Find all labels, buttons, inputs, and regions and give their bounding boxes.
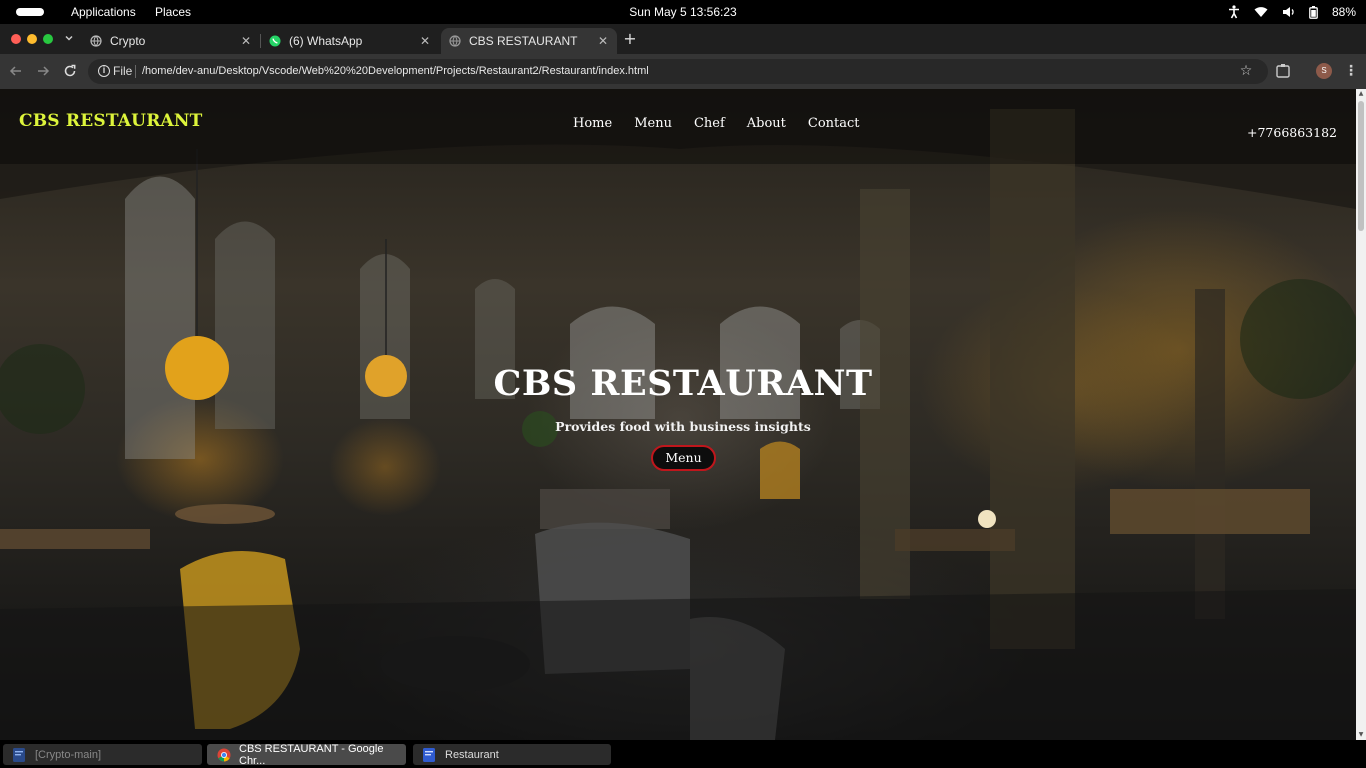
profile-avatar[interactable]: S [1316,63,1332,79]
vscode-window-icon [423,747,435,762]
accessibility-icon[interactable] [1228,5,1240,19]
back-arrow-icon[interactable] [8,63,24,79]
nav-contact-link[interactable]: Contact [808,116,860,131]
wifi-icon[interactable] [1254,6,1268,18]
window-minimize-button[interactable] [27,34,37,44]
activities-button[interactable] [16,8,44,16]
system-tray[interactable]: 88% [1228,0,1356,24]
phone-number: +7766863182 [1246,125,1337,140]
taskbar-item-crypto-main[interactable]: [Crypto-main] [3,744,202,765]
tab-close-icon[interactable]: ✕ [419,34,431,48]
taskbar-item-label: [Crypto-main] [35,748,102,761]
site-header: CBS RESTAURANT Home Menu Chef About Cont… [0,89,1356,164]
hero-title: CBS RESTAURANT [493,363,873,404]
forward-arrow-icon[interactable] [35,63,51,79]
tab-title: CBS RESTAURANT [469,34,578,48]
globe-icon [449,35,461,47]
url-text[interactable]: /home/dev-anu/Desktop/Vscode/Web%20%20De… [142,59,649,84]
web-page: CBS RESTAURANT Home Menu Chef About Cont… [0,89,1356,740]
tab-close-icon[interactable]: ✕ [240,34,252,48]
clock[interactable]: Sun May 5 13:56:23 [0,0,1366,24]
volume-icon[interactable] [1282,6,1295,18]
tab-whatsapp[interactable]: (6) WhatsApp ✕ [261,28,439,54]
taskbar-item-chrome[interactable]: CBS RESTAURANT - Google Chr... [207,742,406,767]
nav-about-link[interactable]: About [747,116,786,131]
taskbar-item-label: CBS RESTAURANT - Google Chr... [239,742,384,767]
places-menu[interactable]: Places [155,0,191,24]
globe-icon [90,35,102,47]
extensions-puzzle-icon[interactable] [1275,63,1291,79]
tab-cbs-restaurant[interactable]: CBS RESTAURANT ✕ [441,28,617,54]
page-scrollbar[interactable]: ▲ ▼ [1356,89,1366,740]
nav-home-link[interactable]: Home [573,116,612,131]
scroll-up-arrow-icon[interactable]: ▲ [1356,89,1366,99]
divider [135,65,136,78]
taskbar-item-label: Restaurant [445,748,499,761]
new-tab-plus-icon[interactable]: + [622,30,638,48]
browser-toolbar: i File /home/dev-anu/Desktop/Vscode/Web%… [0,54,1366,89]
hero-menu-button[interactable]: Menu [651,445,716,471]
taskbar: [Crypto-main] CBS RESTAURANT - Google Ch… [0,740,1366,768]
tab-close-icon[interactable]: ✕ [597,34,609,48]
tab-title: (6) WhatsApp [289,34,363,48]
more-menu-icon[interactable]: ⋮ [1344,63,1358,79]
address-bar[interactable]: i File /home/dev-anu/Desktop/Vscode/Web%… [88,59,1268,84]
reload-icon[interactable] [62,63,78,79]
hero-subtitle: Provides food with business insights [555,419,811,434]
taskbar-item-restaurant[interactable]: Restaurant [413,744,611,765]
chrome-icon [217,748,231,762]
whatsapp-icon [269,35,281,47]
nav-chef-link[interactable]: Chef [694,116,725,131]
scroll-down-arrow-icon[interactable]: ▼ [1356,730,1366,740]
site-nav: Home Menu Chef About Contact [573,116,882,131]
tab-search-chevron-icon[interactable] [63,32,75,44]
scroll-thumb[interactable] [1358,101,1364,231]
applications-menu[interactable]: Applications [71,0,136,24]
tab-crypto[interactable]: Crypto ✕ [82,28,260,54]
battery-percentage: 88% [1331,5,1356,19]
nav-menu-link[interactable]: Menu [634,116,672,131]
info-icon[interactable]: i [98,65,110,77]
site-logo[interactable]: CBS RESTAURANT [19,111,203,131]
bookmark-star-icon[interactable]: ☆ [1238,63,1254,79]
vscode-window-icon [13,747,25,762]
browser-tab-strip: Crypto ✕ (6) WhatsApp ✕ CBS RESTAURANT ✕… [0,24,1366,54]
restaurant-interior-photo [0,89,1356,740]
window-maximize-button[interactable] [43,34,53,44]
url-scheme-label: File [113,64,133,78]
window-close-button[interactable] [11,34,21,44]
tab-title: Crypto [110,34,146,48]
system-top-bar: Applications Places Sun May 5 13:56:23 8… [0,0,1366,24]
battery-icon[interactable] [1309,5,1318,19]
